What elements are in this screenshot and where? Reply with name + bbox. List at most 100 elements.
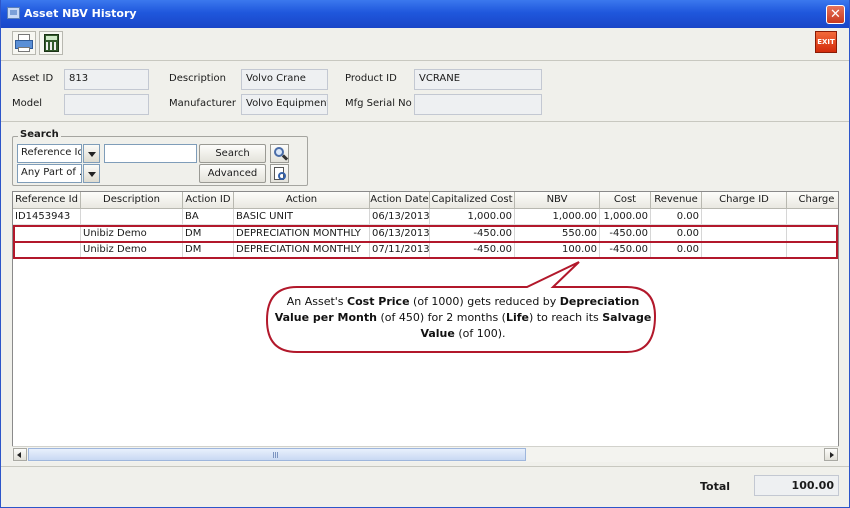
column-header-action-date[interactable]: Action Date	[370, 192, 430, 209]
cell-nbv: 1,000.00	[515, 209, 600, 225]
model-label: Model	[12, 98, 43, 109]
product-id-label: Product ID	[345, 73, 397, 84]
search-group-title: Search	[18, 129, 61, 140]
column-header-capitalized-cost[interactable]: Capitalized Cost	[430, 192, 515, 209]
cell-action-date: 06/13/2013	[370, 209, 430, 225]
table-row[interactable]: ID1453943 BA BASIC UNIT 06/13/2013 1,000…	[13, 209, 838, 225]
column-header-action-id[interactable]: Action ID	[183, 192, 234, 209]
callout-emphasis: Life	[505, 311, 529, 324]
cell-charge-id	[702, 226, 787, 242]
description-field[interactable]: Volvo Crane	[241, 69, 328, 90]
calculator-icon-keys	[46, 42, 57, 50]
table-header: Reference Id Description Action ID Actio…	[13, 192, 838, 209]
cell-reference-id	[13, 242, 81, 258]
table-row[interactable]: Unibiz Demo DM DEPRECIATION MONTHLY 07/1…	[13, 242, 838, 258]
cell-revenue: 0.00	[651, 226, 702, 242]
column-header-cost[interactable]: Cost	[600, 192, 651, 209]
advanced-button[interactable]: Advanced	[199, 164, 266, 183]
cell-cost: -450.00	[600, 226, 651, 242]
cell-charge-id	[702, 242, 787, 258]
search-button[interactable]: Search	[199, 144, 266, 163]
print-button[interactable]	[12, 31, 36, 55]
cell-nbv: 100.00	[515, 242, 600, 258]
column-header-revenue[interactable]: Revenue	[651, 192, 702, 209]
search-field-select[interactable]: Reference Id	[17, 144, 82, 163]
close-button[interactable]: ✕	[826, 5, 845, 24]
asset-nbv-history-window: Asset NBV History ✕ EXIT Asset ID 813 De…	[0, 0, 850, 508]
callout-part: ) to reach its	[529, 311, 603, 324]
cell-cost: 1,000.00	[600, 209, 651, 225]
callout-part: (of 1000) gets reduced by	[409, 295, 560, 308]
callout-part: (of 100).	[454, 327, 506, 340]
advanced-search-button[interactable]	[270, 164, 289, 183]
cell-capitalized-cost: -450.00	[430, 226, 515, 242]
description-label: Description	[169, 73, 226, 84]
mfg-serial-field[interactable]	[414, 94, 542, 115]
cell-description	[81, 209, 183, 225]
asset-info-panel: Asset ID 813 Description Volvo Crane Pro…	[1, 62, 849, 122]
cell-nbv: 550.00	[515, 226, 600, 242]
window-title: Asset NBV History	[24, 7, 137, 20]
cell-action-date: 07/11/2013	[370, 242, 430, 258]
asset-id-field[interactable]: 813	[64, 69, 149, 90]
cell-reference-id: ID1453943	[13, 209, 81, 225]
mfg-serial-label: Mfg Serial No	[345, 98, 412, 109]
cell-capitalized-cost: 1,000.00	[430, 209, 515, 225]
cell-action: DEPRECIATION MONTHLY	[234, 226, 370, 242]
scroll-left-arrow-icon[interactable]	[13, 448, 27, 461]
toolbar	[1, 28, 849, 61]
calculator-icon-screen	[46, 36, 57, 40]
document-search-icon-lens	[278, 172, 286, 180]
table-row[interactable]: Unibiz Demo DM DEPRECIATION MONTHLY 06/1…	[13, 226, 838, 242]
cell-action-id: BA	[183, 209, 234, 225]
callout-part: (of 450) for 2 months (	[376, 311, 506, 324]
column-header-nbv[interactable]: NBV	[515, 192, 600, 209]
column-header-charge[interactable]: Charge	[787, 192, 838, 209]
manufacturer-label: Manufacturer	[169, 98, 236, 109]
search-mode-chevron-down-icon[interactable]	[83, 164, 100, 183]
cell-charge	[787, 209, 838, 225]
column-header-action[interactable]: Action	[234, 192, 370, 209]
scroll-right-arrow-icon[interactable]	[824, 448, 838, 461]
horizontal-scrollbar[interactable]	[12, 446, 839, 462]
cell-description: Unibiz Demo	[81, 226, 183, 242]
exit-button[interactable]: EXIT	[815, 31, 837, 53]
cell-cost: -450.00	[600, 242, 651, 258]
asset-id-label: Asset ID	[12, 73, 54, 84]
cell-action: DEPRECIATION MONTHLY	[234, 242, 370, 258]
cell-charge	[787, 226, 838, 242]
printer-icon-tray	[18, 47, 30, 52]
cell-revenue: 0.00	[651, 209, 702, 225]
cell-charge	[787, 242, 838, 258]
search-input[interactable]	[104, 144, 197, 163]
model-field[interactable]	[64, 94, 149, 115]
callout-emphasis: Cost Price	[347, 295, 410, 308]
window-app-icon	[7, 7, 20, 19]
scrollbar-thumb[interactable]	[28, 448, 526, 461]
manufacturer-field[interactable]: Volvo Equipment	[241, 94, 328, 115]
title-bar: Asset NBV History ✕	[1, 0, 849, 28]
cell-charge-id	[702, 209, 787, 225]
callout-text: An Asset's Cost Price (of 1000) gets red…	[271, 294, 655, 342]
footer: Total 100.00	[1, 466, 849, 506]
find-button[interactable]	[270, 144, 289, 163]
search-mode-select[interactable]: Any Part of ...	[17, 164, 82, 183]
cell-capitalized-cost: -450.00	[430, 242, 515, 258]
cell-reference-id	[13, 226, 81, 242]
cell-action-date: 06/13/2013	[370, 226, 430, 242]
cell-action: BASIC UNIT	[234, 209, 370, 225]
cell-action-id: DM	[183, 226, 234, 242]
cell-revenue: 0.00	[651, 242, 702, 258]
magnifier-icon-handle	[281, 154, 289, 161]
callout-part: An Asset's	[286, 295, 348, 308]
column-header-description[interactable]: Description	[81, 192, 183, 209]
total-value: 100.00	[754, 475, 839, 496]
cell-action-id: DM	[183, 242, 234, 258]
column-header-charge-id[interactable]: Charge ID	[702, 192, 787, 209]
calculator-button[interactable]	[39, 31, 63, 55]
search-field-chevron-down-icon[interactable]	[83, 144, 100, 163]
total-label: Total	[700, 480, 731, 493]
cell-description: Unibiz Demo	[81, 242, 183, 258]
product-id-field[interactable]: VCRANE	[414, 69, 542, 90]
column-header-reference-id[interactable]: Reference Id	[13, 192, 81, 209]
